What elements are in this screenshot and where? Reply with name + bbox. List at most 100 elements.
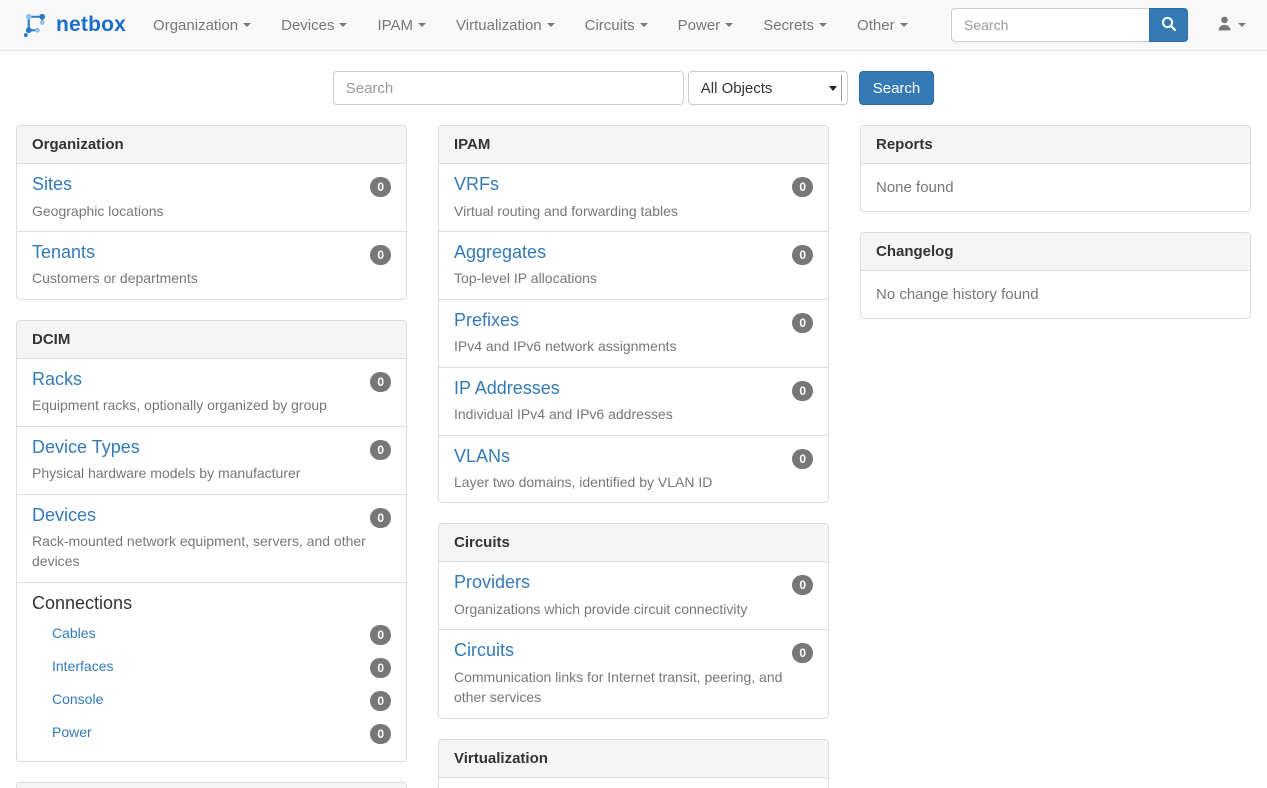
list-item: 0 Prefixes IPv4 and IPv6 network assignm… [439,300,828,368]
select-arrow-icon [829,86,837,91]
item-description: Layer two domains, identified by VLAN ID [454,472,813,492]
chevron-down-icon [1238,23,1246,27]
count-badge: 0 [792,177,813,197]
list-item: 0 VLANs Layer two domains, identified by… [439,436,828,503]
list-item: 0 Circuits Communication links for Inter… [439,630,828,717]
nav-item-ipam[interactable]: IPAM [362,0,441,50]
netbox-brand[interactable]: netbox [22,10,126,40]
panel-title: Changelog [861,233,1250,271]
dashboard: Organization 0 Sites Geographic location… [0,125,1267,788]
item-description: Geographic locations [32,201,391,221]
panel-organization: Organization 0 Sites Geographic location… [16,125,407,300]
panel-title: Organization [17,126,406,164]
list-item: 0 Tenants Customers or departments [17,232,406,299]
chevron-down-icon [339,23,347,27]
item-description: Top-level IP allocations [454,268,813,288]
item-description: Communication links for Internet transit… [454,667,813,708]
list-item: 0 Providers Organizations which provide … [439,562,828,630]
count-badge: 0 [370,440,391,460]
connections-section: Connections 0 Cables 0 Interfaces 0 Cons… [17,583,406,762]
item-description: Virtual routing and forwarding tables [454,201,813,221]
column-left: Organization 0 Sites Geographic location… [16,125,407,788]
count-badge: 0 [792,313,813,333]
link-tenants[interactable]: Tenants [32,242,95,262]
count-badge: 0 [370,372,391,392]
navbar-search-input[interactable] [951,8,1149,42]
count-badge: 0 [370,245,391,265]
panel-title: Reports [861,126,1250,164]
connections-heading: Connections [32,593,391,615]
selected-option: All Objects [701,80,773,97]
list-item: 0 Cables [32,619,391,652]
search-icon [1161,16,1177,35]
nav-item-other[interactable]: Other [842,0,923,50]
nav-item-virtualization[interactable]: Virtualization [441,0,570,50]
item-description: IPv4 and IPv6 network assignments [454,336,813,356]
item-description: Physical hardware models by manufacturer [32,463,391,483]
chevron-down-icon [640,23,648,27]
brand-name: netbox [56,13,126,37]
nav-item-secrets[interactable]: Secrets [748,0,842,50]
count-badge: 0 [370,724,391,744]
link-power-connections[interactable]: Power [52,724,92,740]
list-item: 0 Sites Geographic locations [17,164,406,232]
link-interfaces[interactable]: Interfaces [52,658,113,674]
panel-virtualization: Virtualization 0 Clusters [438,739,829,788]
panel-title: Virtualization [439,740,828,778]
link-device-types[interactable]: Device Types [32,437,140,457]
list-item: 0 Device Types Physical hardware models … [17,427,406,495]
link-providers[interactable]: Providers [454,572,530,592]
link-vlans[interactable]: VLANs [454,446,510,466]
user-icon [1216,15,1233,35]
nav-item-devices[interactable]: Devices [266,0,362,50]
link-prefixes[interactable]: Prefixes [454,310,519,330]
main-menu: Organization Devices IPAM Virtualization… [138,0,923,50]
item-description: Equipment racks, optionally organized by… [32,395,391,415]
item-description: Organizations which provide circuit conn… [454,599,813,619]
panel-title: Power [17,783,406,788]
chevron-down-icon [547,23,555,27]
panel-reports: Reports None found [860,125,1251,212]
list-item: 0 VRFs Virtual routing and forwarding ta… [439,164,828,232]
link-circuits[interactable]: Circuits [454,640,514,660]
search-button[interactable]: Search [859,71,935,105]
list-item: 0 Devices Rack-mounted network equipment… [17,495,406,583]
user-menu[interactable] [1216,15,1246,35]
search-input[interactable] [333,71,684,105]
list-item: 0 IP Addresses Individual IPv4 and IPv6 … [439,368,828,436]
link-cables[interactable]: Cables [52,625,96,641]
nav-item-organization[interactable]: Organization [138,0,266,50]
count-badge: 0 [792,381,813,401]
empty-state-text: None found [861,164,1250,211]
list-item: 0 Console [32,685,391,718]
link-sites[interactable]: Sites [32,174,72,194]
navbar-search-form [951,8,1188,42]
link-devices[interactable]: Devices [32,505,96,525]
item-description: Individual IPv4 and IPv6 addresses [454,404,813,424]
nav-item-power[interactable]: Power [663,0,749,50]
panel-title: IPAM [439,126,828,164]
item-description: Rack-mounted network equipment, servers,… [32,531,391,572]
count-badge: 0 [792,449,813,469]
item-description: Customers or departments [32,268,391,288]
list-item: 0 Interfaces [32,652,391,685]
link-ip-addresses[interactable]: IP Addresses [454,378,560,398]
link-vrfs[interactable]: VRFs [454,174,499,194]
panel-title: DCIM [17,321,406,359]
chevron-down-icon [243,23,251,27]
nav-item-circuits[interactable]: Circuits [570,0,663,50]
count-badge: 0 [370,691,391,711]
panel-changelog: Changelog No change history found [860,232,1251,319]
link-racks[interactable]: Racks [32,369,82,389]
list-item: 0 Power [32,718,391,751]
object-type-select[interactable]: All Objects [688,71,848,105]
link-console[interactable]: Console [52,691,103,707]
navbar-search-button[interactable] [1149,8,1188,42]
panel-circuits: Circuits 0 Providers Organizations which… [438,523,829,718]
panel-dcim: DCIM 0 Racks Equipment racks, optionally… [16,320,407,763]
select-divider [841,75,842,101]
panel-power: Power [16,782,407,788]
count-badge: 0 [792,245,813,265]
link-aggregates[interactable]: Aggregates [454,242,546,262]
global-search-form: All Objects Search [0,71,1267,105]
